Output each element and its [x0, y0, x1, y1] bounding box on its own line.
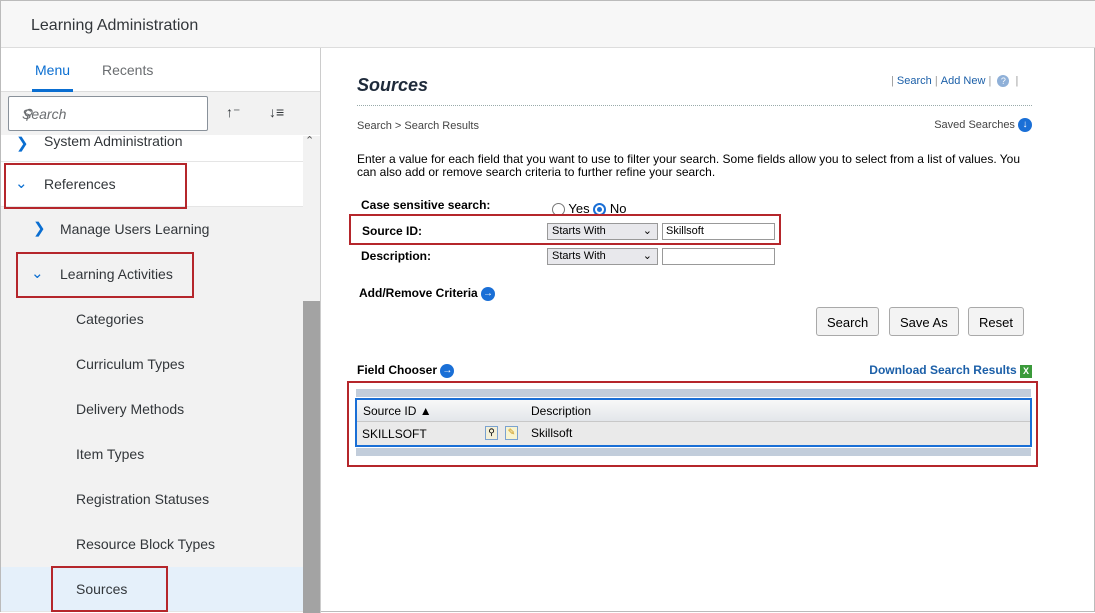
sidebar-item-registration-statuses[interactable]: Registration Statuses — [76, 491, 209, 507]
help-icon[interactable]: ? — [997, 75, 1009, 87]
case-sensitive-label: Case sensitive search: — [361, 198, 490, 212]
divider — [357, 105, 1032, 106]
scroll-up-icon[interactable]: ⌃ — [305, 134, 314, 147]
description-input[interactable] — [662, 248, 775, 265]
chevron-down-icon: ⌄ — [643, 249, 652, 262]
highlight-references — [4, 163, 187, 209]
sidebar-item-categories[interactable]: Categories — [76, 311, 144, 327]
sort-descending-icon[interactable]: ↓≡ — [269, 104, 284, 120]
description-label: Description: — [361, 249, 431, 263]
sidebar-item-item-types[interactable]: Item Types — [76, 446, 144, 462]
saved-searches-label: Saved Searches — [934, 119, 1015, 131]
download-search-results[interactable]: Download Search Results X — [869, 363, 1032, 378]
highlight-source-id — [349, 214, 781, 245]
add-new-link[interactable]: Add New — [941, 75, 986, 87]
reset-button[interactable]: Reset — [968, 307, 1024, 336]
main-panel: Sources | Search | Add New | ? | Search … — [321, 48, 1095, 613]
description-operator-select[interactable]: Starts With ⌄ — [547, 248, 658, 265]
excel-icon[interactable]: X — [1020, 365, 1032, 378]
saved-searches[interactable]: Saved Searches ↓ — [934, 118, 1032, 132]
tab-menu[interactable]: Menu — [35, 62, 70, 78]
add-remove-criteria-label: Add/Remove Criteria — [359, 286, 478, 300]
search-input[interactable]: Search⚲ — [8, 96, 208, 131]
arrow-right-icon[interactable]: → — [481, 287, 495, 301]
chevron-right-icon: ❯ — [16, 136, 29, 152]
sidebar-item-system-administration[interactable]: System Administration — [44, 136, 183, 149]
highlight-results — [347, 381, 1038, 467]
sidebar-item-resource-block-types[interactable]: Resource Block Types — [76, 536, 215, 552]
app-header: Learning Administration — [1, 1, 1095, 48]
save-as-button[interactable]: Save As — [889, 307, 959, 336]
sidebar-item-delivery-methods[interactable]: Delivery Methods — [76, 401, 184, 417]
field-chooser[interactable]: Field Chooser → — [357, 363, 454, 378]
search-button[interactable]: Search — [816, 307, 879, 336]
tab-recents[interactable]: Recents — [102, 62, 153, 78]
sidebar-item-manage-users-learning[interactable]: Manage Users Learning — [60, 221, 209, 237]
search-link[interactable]: Search — [897, 75, 932, 87]
highlight-learning-activities — [16, 252, 194, 298]
description-operator-value: Starts With — [552, 250, 606, 262]
instructions: Enter a value for each field that you wa… — [357, 153, 1037, 179]
sidebar-item-curriculum-types[interactable]: Curriculum Types — [76, 356, 185, 372]
field-chooser-label: Field Chooser — [357, 363, 437, 377]
highlight-sources — [51, 566, 168, 612]
breadcrumb: Search > Search Results — [357, 120, 479, 132]
chevron-right-icon: ❯ — [33, 219, 46, 237]
page-title: Sources — [357, 75, 428, 96]
app-title: Learning Administration — [31, 17, 198, 34]
download-link[interactable]: Download Search Results — [869, 363, 1016, 377]
add-remove-criteria[interactable]: Add/Remove Criteria → — [359, 286, 495, 301]
arrow-down-icon[interactable]: ↓ — [1018, 118, 1032, 132]
arrow-right-icon[interactable]: → — [440, 364, 454, 378]
scrollbar-thumb[interactable] — [303, 301, 320, 613]
sort-ascending-icon[interactable]: ↑⁻ — [226, 104, 240, 121]
search-icon[interactable]: ⚲ — [22, 106, 199, 123]
sidebar: Menu Recents Search⚲ ↑⁻ ↓≡ ❯ System Admin… — [1, 48, 321, 613]
